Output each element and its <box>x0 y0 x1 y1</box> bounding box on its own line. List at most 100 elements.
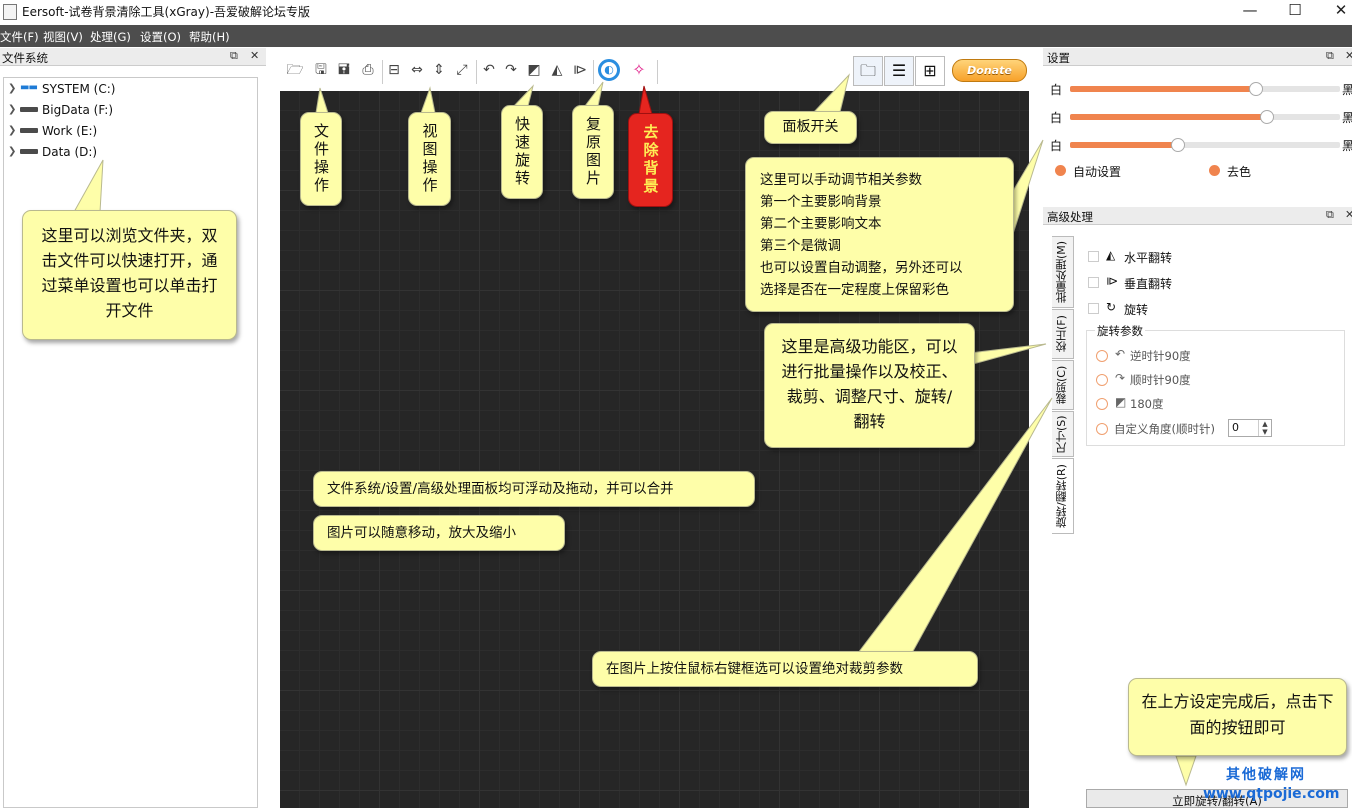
rotate-left-icon[interactable]: ↶ <box>480 61 498 79</box>
tab-batch[interactable]: 批量处理(M) <box>1052 236 1074 308</box>
auto-setting-label: 自动设置 <box>1073 165 1122 179</box>
folder-panel-icon[interactable]: 🗀 <box>853 56 883 86</box>
sliders-panel-icon[interactable]: ☰ <box>884 56 914 86</box>
radio-circle[interactable] <box>1096 398 1108 410</box>
callout-text: 视图操作 <box>420 123 439 195</box>
flip-vertical-icon[interactable]: ⧐ <box>571 61 589 79</box>
slider-fill <box>1070 86 1257 92</box>
radio-label: 180度 <box>1130 397 1164 411</box>
text-slider[interactable] <box>1070 110 1340 124</box>
slider-min-label: 白 <box>1050 139 1063 153</box>
grid-panel-icon[interactable]: ⊞ <box>915 56 945 86</box>
decolor-label: 去色 <box>1227 165 1252 179</box>
spinner-arrows-icon[interactable]: ▲ ▼ <box>1258 420 1271 436</box>
chevron-right-icon[interactable]: ❯ <box>8 104 16 115</box>
radio-circle[interactable] <box>1096 423 1108 435</box>
advanced-title: 高级处理 <box>1047 210 1093 224</box>
callout-browse: 这里可以浏览文件夹，双击文件可以快速打开，通过菜单设置也可以单击打开文件 <box>22 210 237 340</box>
toolbar: 🗁 🖫 🖬 ⎙ ⊟ ⇔ ⇕ ⤢ ↶ ↷ ◩ ◭ ⧐ ◐ ✧ <box>280 54 660 86</box>
callout-settings-help: 这里可以手动调节相关参数 第一个主要影响背景 第二个主要影响文本 第三个是微调 … <box>745 157 1014 312</box>
close-panel-icon[interactable]: ✕ <box>250 49 259 62</box>
watermark-url: www.qtpojie.com <box>1203 786 1340 802</box>
watermark-text: 其他破解网 <box>1226 767 1306 783</box>
windows-drive-icon: ▬▬ <box>20 82 38 93</box>
tab-crop[interactable]: 裁剪(C) <box>1052 360 1074 410</box>
callout-crop-help: 在图片上按住鼠标右键框选可以设置绝对裁剪参数 <box>592 651 978 687</box>
float-icon[interactable]: ⧉ <box>1326 49 1334 63</box>
filesystem-header[interactable]: 文件系统 ⧉ ✕ <box>0 48 266 66</box>
slider-max-label: 黑 <box>1342 83 1352 97</box>
settings-header[interactable]: 设置 ⧉ ✕ <box>1043 48 1352 66</box>
rotate-180-icon[interactable]: ◩ <box>525 61 543 79</box>
callout-line: 这里可以手动调节相关参数 <box>760 172 922 188</box>
slider-max-label: 黑 <box>1342 111 1352 125</box>
save-icon[interactable]: 🖫 <box>312 61 330 79</box>
title-bar: Eersoft-试卷背景清除工具(xGray)-吾爱破解论坛专版 — ☐ ✕ <box>0 0 1352 25</box>
chevron-right-icon[interactable]: ❯ <box>8 125 16 136</box>
advanced-tabs: 批量处理(M) 校正(F) 裁剪(C) 尺寸(S) 旋转/翻转(R) <box>1052 236 1074 536</box>
slider-handle[interactable] <box>1249 82 1264 96</box>
option-label: 垂直翻转 <box>1124 277 1173 291</box>
advanced-header[interactable]: 高级处理 ⧉ ✕ <box>1043 207 1352 225</box>
slider-fill <box>1070 142 1178 148</box>
close-icon[interactable]: ✕ <box>1318 0 1352 22</box>
slider-min-label: 白 <box>1050 111 1063 125</box>
option-label: 水平翻转 <box>1124 251 1173 265</box>
donate-button[interactable]: Donate <box>952 59 1027 82</box>
radio-label: 自定义角度(顺时针) <box>1114 422 1215 436</box>
checkbox[interactable] <box>1088 303 1099 314</box>
menu-view[interactable]: 视图(V) <box>43 29 83 45</box>
fine-tune-slider[interactable] <box>1070 138 1340 152</box>
file-tree[interactable]: ❯ ▬▬ SYSTEM (C:) ❯ BigData (F:) ❯ Work (… <box>3 77 258 808</box>
drive-icon <box>20 149 38 154</box>
float-icon[interactable]: ⧉ <box>1326 208 1334 222</box>
menu-process[interactable]: 处理(G) <box>90 29 131 45</box>
fit-vertical-icon[interactable]: ⇕ <box>430 61 448 79</box>
app-icon <box>3 4 17 20</box>
fit-width-icon[interactable]: ⊟ <box>385 61 403 79</box>
callout-view-ops: 视图操作 <box>408 112 451 206</box>
chevron-right-icon[interactable]: ❯ <box>8 83 16 94</box>
background-slider[interactable] <box>1070 82 1340 96</box>
rotate-180-icon: ◩ <box>1115 395 1127 409</box>
callout-line: 选择是否在一定程度上保留彩色 <box>760 282 949 298</box>
chevron-right-icon[interactable]: ❯ <box>8 146 16 157</box>
maximize-icon[interactable]: ☐ <box>1272 0 1318 22</box>
menu-settings[interactable]: 设置(O) <box>140 29 181 45</box>
save-as-icon[interactable]: 🖬 <box>335 61 353 79</box>
checkbox[interactable] <box>1088 277 1099 288</box>
flip-horizontal-icon[interactable]: ◭ <box>548 61 566 79</box>
fit-horizontal-icon[interactable]: ⇔ <box>408 61 426 79</box>
tab-rotate-flip[interactable]: 旋转/翻转(R) <box>1052 458 1074 534</box>
settings-title: 设置 <box>1047 51 1070 65</box>
restore-image-icon[interactable]: ◐ <box>598 59 620 81</box>
print-icon[interactable]: ⎙ <box>359 61 377 79</box>
checkbox[interactable] <box>1088 251 1099 262</box>
fullscreen-icon[interactable]: ⤢ <box>453 61 471 79</box>
background-slider-row: 白 黑 <box>1050 81 1352 97</box>
tab-correct[interactable]: 校正(F) <box>1052 309 1074 359</box>
slider-handle[interactable] <box>1171 138 1185 152</box>
open-folder-icon[interactable]: 🗁 <box>286 61 304 79</box>
magic-wand-icon[interactable]: ✧ <box>630 61 648 79</box>
minimize-icon[interactable]: — <box>1227 0 1273 22</box>
float-icon[interactable]: ⧉ <box>230 49 238 63</box>
group-caption: 旋转参数 <box>1095 323 1145 339</box>
radio-circle[interactable] <box>1096 350 1108 362</box>
close-panel-icon[interactable]: ✕ <box>1345 49 1352 62</box>
menu-help[interactable]: 帮助(H) <box>189 29 230 45</box>
radio-label: 逆时针90度 <box>1130 349 1191 363</box>
checkbox-mark <box>1209 165 1220 176</box>
callout-text: 复原图片 <box>584 116 602 188</box>
callout-move-help: 图片可以随意移动，放大及缩小 <box>313 515 565 551</box>
rotate-left-icon: ↶ <box>1115 347 1126 361</box>
tab-size[interactable]: 尺寸(S) <box>1052 411 1074 457</box>
menu-file[interactable]: 文件(F) <box>0 29 39 45</box>
separator <box>593 60 594 84</box>
rotate-right-icon[interactable]: ↷ <box>502 61 520 79</box>
slider-handle[interactable] <box>1260 110 1275 124</box>
radio-circle[interactable] <box>1096 374 1108 386</box>
close-panel-icon[interactable]: ✕ <box>1345 208 1352 221</box>
separator <box>476 60 477 84</box>
filesystem-title: 文件系统 <box>2 51 48 65</box>
